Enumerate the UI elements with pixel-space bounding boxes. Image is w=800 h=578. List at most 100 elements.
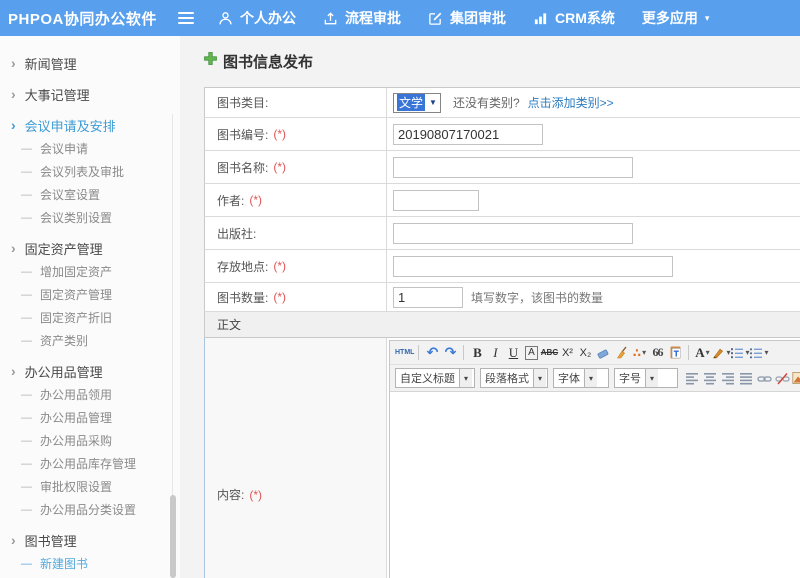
location-label: 存放地点: — [217, 258, 268, 275]
category-select[interactable]: 文学 ▼ — [393, 93, 441, 113]
paste-text-icon[interactable] — [666, 343, 684, 362]
quantity-label: 图书数量: — [217, 289, 268, 306]
dash-icon: — — [21, 189, 32, 201]
unordered-list-icon[interactable]: ▾ — [749, 343, 768, 362]
sidebar-group-meeting[interactable]: › 会议申请及安排 — [0, 113, 180, 137]
sidebar-group-news[interactable]: › 新闻管理 — [0, 51, 180, 75]
unlink-icon[interactable] — [773, 369, 791, 388]
nav-personal-office[interactable]: 个人办公 — [218, 8, 296, 28]
sidebar-item-meeting-category-settings[interactable]: — 会议类别设置 — [0, 206, 180, 229]
main-content: 图书信息发布 图书类目: 文学 ▼ 还没有类别? 点击添加类别>> 图书编号: … — [180, 36, 800, 578]
sidebar-group-office-supplies[interactable]: › 办公用品管理 — [0, 359, 180, 383]
undo-icon[interactable]: ↶ — [423, 343, 441, 362]
html-source-icon[interactable]: HTML — [395, 343, 414, 362]
paragraph-format-select[interactable]: 段落格式 ▾ — [480, 368, 548, 388]
align-center-icon[interactable] — [701, 369, 719, 388]
sidebar-item-supplies-inventory[interactable]: — 办公用品库存管理 — [0, 452, 180, 475]
sidebar-item-new-book[interactable]: — 新建图书 — [0, 552, 180, 575]
dropdown-caret-icon: ▾ — [584, 369, 597, 387]
dash-icon: — — [21, 335, 32, 347]
author-input[interactable] — [393, 190, 479, 211]
blockquote-icon[interactable]: 66 — [648, 343, 666, 362]
dash-icon: — — [21, 558, 32, 570]
topbar: PHPOA协同办公软件 个人办公 流程审批 集团审批 CRM系统 — [0, 0, 800, 36]
strikethrough-icon[interactable]: ABC — [540, 343, 558, 362]
sidebar-item-supplies-purchase[interactable]: — 办公用品采购 — [0, 429, 180, 452]
location-input[interactable] — [393, 256, 673, 277]
book-name-input[interactable] — [393, 157, 633, 178]
sidebar-item-supplies-category-settings[interactable]: — 办公用品分类设置 — [0, 498, 180, 521]
nav-more-apps[interactable]: 更多应用 ▾ — [642, 8, 710, 28]
chevron-right-icon: › — [11, 56, 16, 70]
nav-process-approval[interactable]: 流程审批 — [323, 8, 401, 28]
dropdown-caret-icon: ▾ — [706, 348, 710, 357]
align-left-icon[interactable] — [683, 369, 701, 388]
page-title: 图书信息发布 — [204, 50, 800, 72]
toolbar-separator — [418, 345, 419, 360]
publisher-input[interactable] — [393, 223, 633, 244]
sidebar-item-asset-category[interactable]: — 资产类别 — [0, 329, 180, 352]
chevron-right-icon: › — [11, 241, 16, 255]
superscript-icon[interactable]: X² — [558, 343, 576, 362]
editor-canvas[interactable] — [390, 392, 800, 578]
book-number-input[interactable] — [393, 124, 543, 145]
required-star: (*) — [273, 259, 286, 273]
font-family-select[interactable]: 字体 ▾ — [553, 368, 609, 388]
chevron-down-icon: ▾ — [705, 13, 710, 24]
toolbar-separator — [463, 345, 464, 360]
dash-icon: — — [21, 412, 32, 424]
sidebar-item-fixed-asset-depreciation[interactable]: — 固定资产折旧 — [0, 306, 180, 329]
sidebar-item-meeting-apply[interactable]: — 会议申请 — [0, 137, 180, 160]
font-border-icon[interactable]: A — [522, 343, 540, 362]
user-icon — [218, 11, 233, 26]
subscript-icon[interactable]: X₂ — [576, 343, 594, 362]
dash-icon: — — [21, 289, 32, 301]
dash-icon: — — [21, 266, 32, 278]
required-star: (*) — [273, 127, 286, 141]
sidebar-scrollbar-thumb[interactable] — [170, 495, 176, 578]
underline-icon[interactable]: U — [504, 343, 522, 362]
nav-crm-system[interactable]: CRM系统 — [533, 8, 615, 28]
sidebar-item-supplies-manage[interactable]: — 办公用品管理 — [0, 406, 180, 429]
sidebar-item-fixed-asset-manage[interactable]: — 固定资产管理 — [0, 283, 180, 306]
form-row-author: 作者: (*) — [204, 184, 800, 217]
dash-icon: — — [21, 435, 32, 447]
sidebar-group-memorabilia[interactable]: › 大事记管理 — [0, 82, 180, 106]
quantity-hint: 填写数字，该图书的数量 — [471, 289, 603, 306]
sidebar-item-approval-permission-settings[interactable]: — 审批权限设置 — [0, 475, 180, 498]
quantity-input[interactable] — [393, 287, 463, 308]
sidebar-item-add-fixed-asset[interactable]: — 增加固定资产 — [0, 260, 180, 283]
form-row-content: 内容: (*) HTML ↶ ↷ B I U A — [204, 338, 800, 578]
align-right-icon[interactable] — [719, 369, 737, 388]
ordered-list-icon[interactable]: ▾ — [730, 343, 749, 362]
format-painter-icon[interactable]: ∴▾ — [630, 343, 648, 362]
plus-icon — [204, 52, 217, 70]
sidebar-item-meeting-list-approval[interactable]: — 会议列表及审批 — [0, 160, 180, 183]
nav-group-approval[interactable]: 集团审批 — [428, 8, 506, 28]
dash-icon: — — [21, 166, 32, 178]
add-category-link[interactable]: 点击添加类别>> — [528, 94, 614, 111]
book-form: 图书类目: 文学 ▼ 还没有类别? 点击添加类别>> 图书编号: (*) 图书名… — [204, 87, 800, 578]
dash-icon: — — [21, 312, 32, 324]
link-icon[interactable] — [755, 369, 773, 388]
align-justify-icon[interactable] — [737, 369, 755, 388]
bold-icon[interactable]: B — [468, 343, 486, 362]
select-caret-icon: ▼ — [429, 98, 437, 107]
sidebar-item-meeting-room-settings[interactable]: — 会议室设置 — [0, 183, 180, 206]
highlight-color-icon[interactable]: ▾ — [711, 343, 730, 362]
image-icon[interactable] — [791, 369, 800, 388]
redo-icon[interactable]: ↷ — [441, 343, 459, 362]
bar-chart-icon — [533, 11, 548, 26]
sidebar-item-supplies-collect[interactable]: — 办公用品领用 — [0, 383, 180, 406]
sidebar-group-books[interactable]: › 图书管理 — [0, 528, 180, 552]
clean-format-icon[interactable] — [612, 343, 630, 362]
font-color-icon[interactable]: A▾ — [693, 343, 711, 362]
dash-icon: — — [21, 481, 32, 493]
menu-toggle-icon[interactable] — [178, 12, 196, 24]
font-size-select[interactable]: 字号 ▾ — [614, 368, 678, 388]
custom-title-select[interactable]: 自定义标题 ▾ — [395, 368, 475, 388]
book-name-label: 图书名称: — [217, 159, 268, 176]
eraser-icon[interactable] — [594, 343, 612, 362]
sidebar-group-fixed-assets[interactable]: › 固定资产管理 — [0, 236, 180, 260]
italic-icon[interactable]: I — [486, 343, 504, 362]
